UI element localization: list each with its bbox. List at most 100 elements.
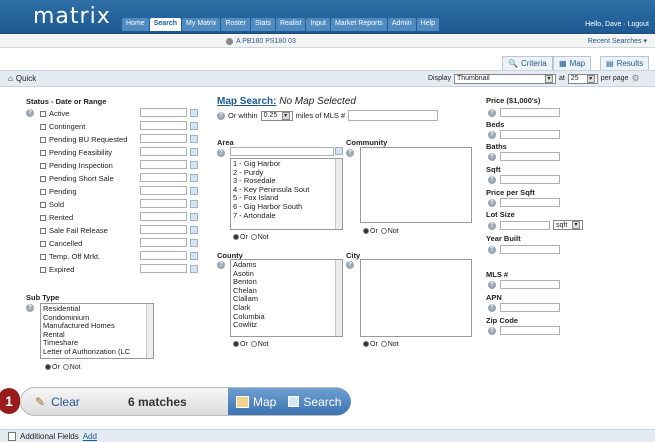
user-greeting[interactable]: Hello, Dave · Logout [585,21,649,28]
help-icon[interactable]: ? [26,304,34,312]
per-page-select[interactable]: 25 ▾ [567,73,598,84]
date-input[interactable] [140,121,187,130]
date-input[interactable] [140,251,187,260]
nav-admin[interactable]: Admin [387,18,416,31]
radio-or[interactable] [233,341,239,348]
checkbox[interactable] [40,228,46,235]
quick-search[interactable]: ⌂ Quick [8,74,36,83]
nav-stats[interactable]: Stats [251,18,275,31]
area-list[interactable]: 1 - Gig Harbor 2 - Purdy 3 - Rosedale 4 … [230,158,343,230]
checkbox[interactable] [40,254,46,261]
scrollbar[interactable] [335,159,342,229]
date-input[interactable] [140,199,187,208]
list-item[interactable]: 7 - Artondale [233,211,340,221]
lot-unit-select[interactable]: sqft ▾ [553,220,583,230]
calendar-icon[interactable] [190,226,198,234]
status-pending[interactable]: Pending [40,187,77,196]
radio-not[interactable] [380,228,387,235]
nav-my-matrix[interactable]: My Matrix [182,18,221,31]
calendar-icon[interactable] [190,239,198,247]
date-input[interactable] [140,264,187,273]
status-active[interactable]: Active [40,109,69,118]
gear-icon[interactable]: ⚙ [631,73,639,84]
date-input[interactable] [140,225,187,234]
nav-input[interactable]: Input [306,18,330,31]
help-icon[interactable]: ? [488,176,496,184]
year-built-input[interactable] [500,245,560,254]
calendar-icon[interactable] [190,200,198,208]
add-fields-link[interactable]: Add [83,432,97,441]
apn-input[interactable] [500,303,560,312]
help-icon[interactable]: ? [488,327,496,335]
checkbox[interactable] [40,189,46,196]
list-picker-icon[interactable] [335,147,343,155]
checkbox[interactable] [40,267,46,274]
mls-number-input[interactable] [348,110,439,121]
status-pending-inspection[interactable]: Pending Inspection [40,161,113,170]
checkbox[interactable] [40,215,46,222]
nav-home[interactable]: Home [122,18,149,31]
checkbox[interactable] [40,150,46,157]
date-input[interactable] [140,173,187,182]
radio-not[interactable] [250,341,257,348]
date-input[interactable] [140,147,187,156]
date-input[interactable] [140,134,187,143]
status-contingent[interactable]: Contingent [40,122,85,131]
calendar-icon[interactable] [190,161,198,169]
tab-criteria[interactable]: 🔍 Criteria [502,56,553,70]
nav-market-reports[interactable]: Market Reports [330,18,387,31]
scrollbar[interactable] [335,260,342,336]
calendar-icon[interactable] [190,213,198,221]
checkbox[interactable] [40,124,46,131]
calendar-icon[interactable] [190,122,198,130]
status-pending-bu[interactable]: Pending BU Requested [40,135,127,144]
nav-realist[interactable]: Realist [275,18,306,31]
radio-or[interactable] [363,228,369,235]
current-search[interactable]: A PB180 PS180 03 [226,36,420,47]
help-icon[interactable]: ? [488,281,496,289]
map-button[interactable]: Map [253,395,276,409]
checkbox[interactable] [40,137,46,144]
status-pending-feasibility[interactable]: Pending Feasibility [40,148,112,157]
checkbox[interactable] [40,111,46,118]
radio-or[interactable] [363,341,369,348]
status-temp-off[interactable]: Temp. Off Mrkt. [40,252,100,261]
calendar-icon[interactable] [190,252,198,260]
date-input[interactable] [140,186,187,195]
checkbox[interactable] [40,241,46,248]
scrollbar[interactable] [146,304,153,358]
date-input[interactable] [140,238,187,247]
radio-or[interactable] [233,234,239,241]
help-icon[interactable]: ? [217,261,225,269]
calendar-icon[interactable] [190,174,198,182]
city-list[interactable] [360,259,472,337]
nav-search[interactable]: Search [149,18,182,31]
area-filter-input[interactable] [230,147,334,156]
tab-results[interactable]: ▤ Results [600,56,650,70]
help-icon[interactable]: ? [488,199,496,207]
calendar-icon[interactable] [190,109,198,117]
help-icon[interactable]: ? [217,149,225,157]
checkbox[interactable] [40,176,46,183]
price-sqft-input[interactable] [500,198,560,207]
list-item[interactable]: Letter of Authorization (LC [43,347,151,357]
mls-input[interactable] [500,280,560,289]
nav-help[interactable]: Help [416,18,440,31]
map-search-link[interactable]: Map Search: [217,96,276,107]
sqft-input[interactable] [500,175,560,184]
help-icon[interactable]: ? [217,111,225,120]
zip-input[interactable] [500,326,560,335]
display-select[interactable]: Thumbnail ▾ [453,73,556,84]
help-icon[interactable]: ? [488,304,496,312]
calendar-icon[interactable] [190,148,198,156]
tab-map[interactable]: ▦ Map [553,56,592,70]
date-input[interactable] [140,160,187,169]
status-cancelled[interactable]: Cancelled [40,239,82,248]
lot-size-input[interactable] [500,221,550,230]
help-icon[interactable]: ? [488,153,496,161]
baths-input[interactable] [500,152,560,161]
calendar-icon[interactable] [190,265,198,273]
beds-input[interactable] [500,130,560,139]
status-rented[interactable]: Rented [40,213,73,222]
calendar-icon[interactable] [190,135,198,143]
